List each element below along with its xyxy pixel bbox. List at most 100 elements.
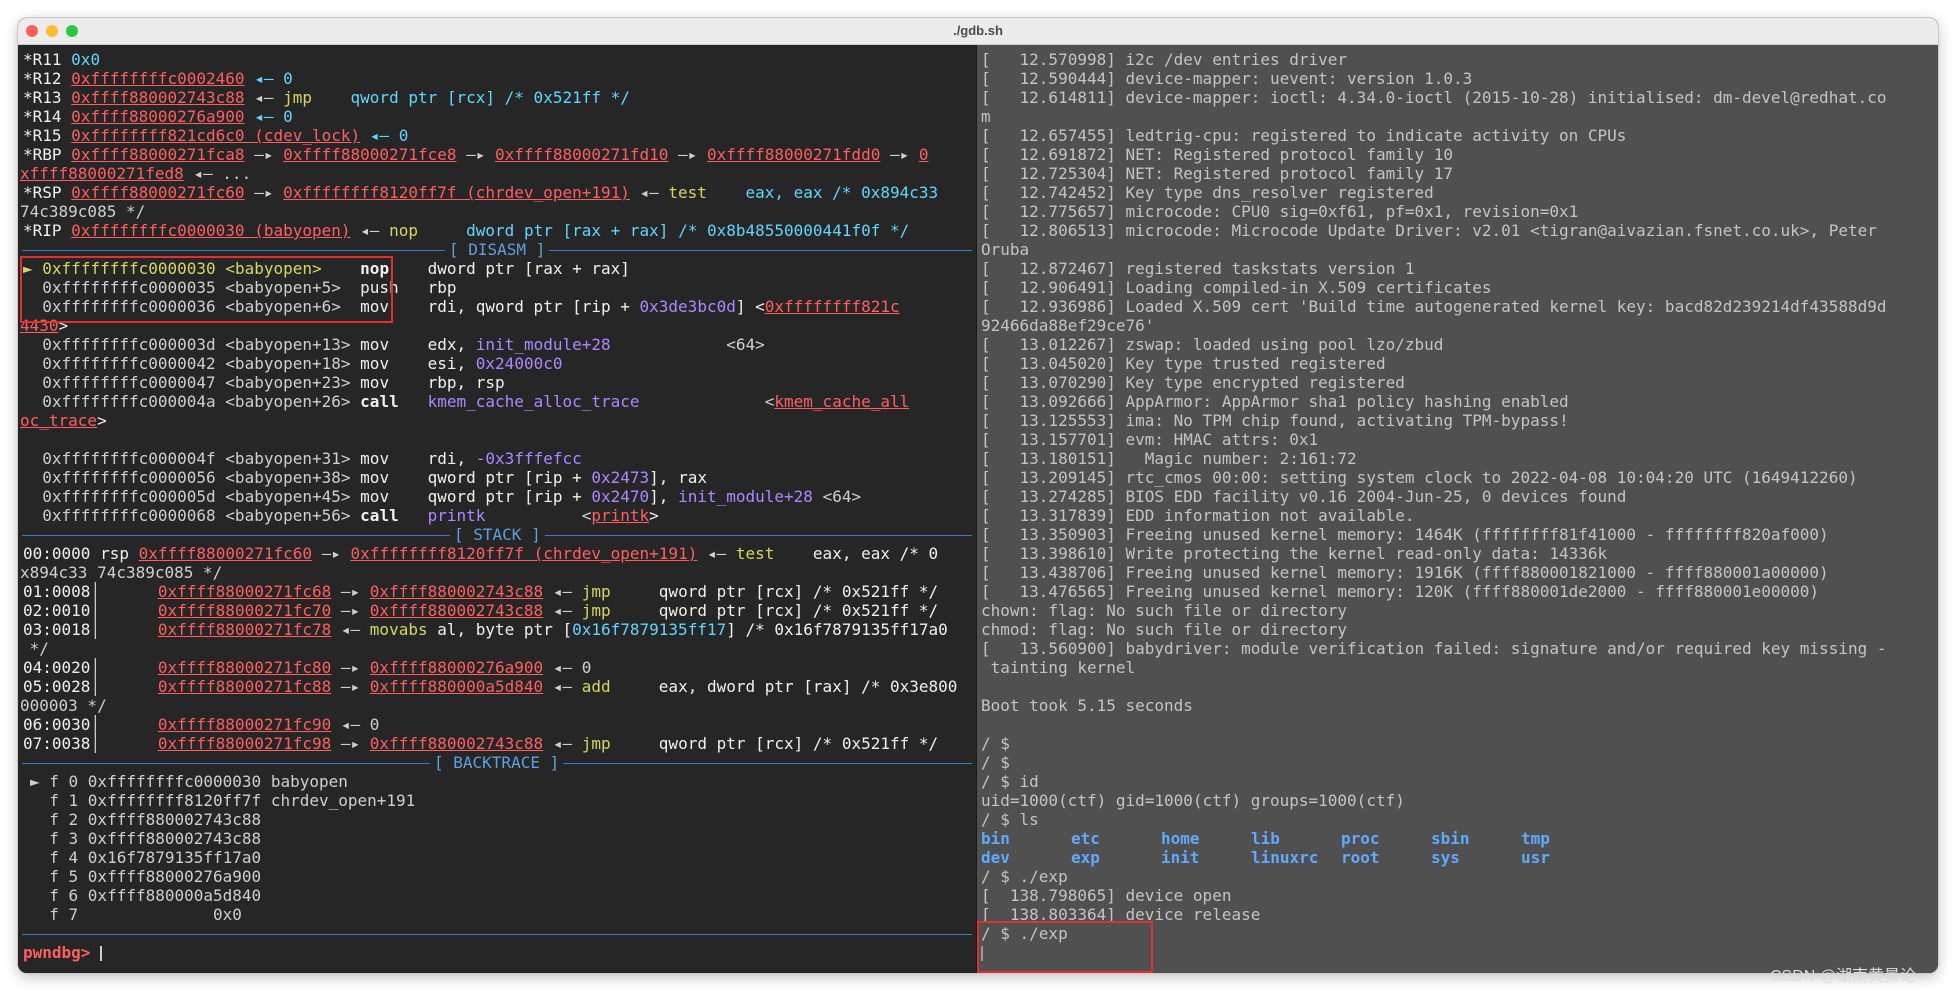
instruction-symbol: <babyopen+31> [225,449,351,468]
instruction-opcode: call [360,392,399,411]
console-line: chmod: flag: No such file or directory [981,620,1347,639]
window-title: ./gdb.sh [953,23,1003,38]
terminal-window: ./gdb.sh *R11 0x0 *R12 0xffffffffc0002460… [18,18,1938,973]
console-text: uid=1000(ctf) gid=1000(ctf) groups=1000(… [981,791,1405,810]
console-line: [ 13.350903] Freeing unused kernel memor… [981,525,1829,544]
ls-entry: tmp [1521,829,1550,848]
stack-detail: qword ptr [rcx] /* 0x521ff */ [658,734,939,753]
deref-arrow: ◂— [543,734,582,753]
disasm-line: 0xffffffffc0000056 <babyopen+38> mov qwo… [23,468,707,487]
console-line: m [981,107,991,126]
arrow: —▸ [668,145,707,164]
instruction-address: 0xffffffffc0000047 [42,373,216,392]
console-line: / $ ls [981,810,1039,829]
backtrace-text: ► f 0 0xffffffffc0000030 babyopen [30,772,348,791]
backtrace-text: f 5 0xffff88000276a900 [30,867,262,886]
instruction-operands: edx, [427,335,476,354]
pointer-value: 0 [918,145,929,164]
console-text: chmod: flag: No such file or directory [981,620,1348,639]
instruction-comment: <64> [610,335,765,354]
console-text: [ 138.798065] device open [981,886,1232,905]
ls-entry: lib [1251,829,1280,848]
console-line: [ 13.045020] Key type trusted registered [981,354,1386,373]
instruction-address: 0xffffffffc000004a [42,392,216,411]
qemu-console-pane[interactable]: [ 12.570998] i2c /dev entries driver[ 12… [977,45,1938,973]
console-text: [ 13.045020] Key type trusted registered [981,354,1386,373]
stack-gutter: │ [90,601,158,620]
instruction-symbol: <babyopen+26> [225,392,351,411]
instruction-address: 0xffffffffc000005d [42,487,216,506]
instruction-symbol: <babyopen+45> [225,487,351,506]
stack-entry: 04:0020│ 0xffff88000271fc80 —▸ 0xffff880… [23,658,591,677]
disasm-line: 0xffffffffc0000047 <babyopen+23> mov rbp… [23,373,504,392]
stack-address: 0xffff88000271fc90 [157,715,332,734]
register-detail: dword ptr [rax + rax] /* 0x8b48550000441… [466,221,910,240]
console-line: [ 13.125553] ima: No TPM chip found, act… [981,411,1569,430]
deref-arrow: ◂— [543,601,582,620]
console-text: / $ id [981,772,1039,791]
opcode: jmp [581,601,611,620]
console-text: [ 13.070290] Key type encrypted register… [981,373,1405,392]
instruction-opcode: mov [360,468,390,487]
console-text: [ 12.775657] microcode: CPU0 sig=0xf61, … [981,202,1579,221]
console-text: [ 13.157701] evm: HMAC attrs: 0x1 [981,430,1319,449]
console-line: [ 13.438706] Freeing unused kernel memor… [981,563,1829,582]
instruction-symbol: <babyopen+18> [225,354,351,373]
symbol-reference: kmem_cache_alloc_trace [427,392,640,411]
disasm-line: 0xffffffffc000004f <babyopen+31> mov rdi… [23,449,581,468]
disasm-line: 0xffffffffc0000042 <babyopen+18> mov esi… [23,354,562,373]
stack-address: 0xffff88000271fc88 [157,677,332,696]
instruction-opcode: call [360,506,399,525]
ls-entry: usr [1521,848,1550,867]
ls-entry: sys [1431,848,1460,867]
register-row: *R11 0x0 [23,50,100,69]
disasm-line: 0xffffffffc000004a <babyopen+26> call km… [23,392,909,411]
stack-address: 0xffff88000271fc70 [157,601,332,620]
ls-output-row: bin etc home lib proc sbin tmp [981,829,1611,848]
instruction-address: 0xffffffffc000003d [42,335,216,354]
register-row: *RSP 0xffff88000271fc60 —▸ 0xffffffff812… [23,183,938,202]
stack-address: 0xffff88000271fc98 [157,734,332,753]
ls-entry: sbin [1431,829,1470,848]
opcode: movabs [369,620,428,639]
exp-command-highlight-box [977,921,1153,973]
deref-arrow: ◂— [331,620,370,639]
stack-gutter: │ [90,620,158,639]
register-value: 0xffffffffc0000030 (babyopen) [71,221,351,240]
instruction-address: 0xffffffffc0000068 [42,506,216,525]
console-text: chown: flag: No such file or directory [981,601,1348,620]
gdb-pane[interactable]: *R11 0x0 *R12 0xffffffffc0002460 ◂— 0 *R13… [18,45,976,973]
stack-offset: 01:0008 [23,582,91,601]
console-line: [ 13.560900] babydriver: module verifica… [981,639,1886,658]
ls-entry: etc [1071,829,1100,848]
console-line: [ 12.806513] microcode: Microcode Update… [981,221,1877,240]
register-detail: 74c389c085 */ [20,202,146,221]
instruction-operands: rdi, [427,449,476,468]
console-line: [ 13.317839] EDD information not availab… [981,506,1414,525]
stack-address: 0xffff88000271fc78 [157,620,332,639]
stack-value: 0xffff880002743c88 [369,734,544,753]
register-detail: eax, eax /* 0x894c33 [745,183,939,202]
stack-gutter: │ [90,658,158,677]
console-text: [ 13.350903] Freeing unused kernel memor… [981,525,1829,544]
stack-entry-continued: 000003 */ [20,696,107,715]
stack-detail: qword ptr [rcx] /* 0x521ff */ [658,601,939,620]
stack-entry: 00:0000 rsp 0xffff88000271fc60 —▸ 0xffff… [23,544,938,563]
register-row: *R14 0xffff88000276a900 ◂— 0 [23,107,293,126]
stack-value: 0xffff880000a5d840 [369,677,544,696]
pointer-value: 0xffffffff8120ff7f (chrdev_open+191) [283,183,630,202]
text-cursor[interactable] [100,946,103,961]
register-name: *RIP [23,221,62,240]
instruction-opcode: mov [360,354,390,373]
